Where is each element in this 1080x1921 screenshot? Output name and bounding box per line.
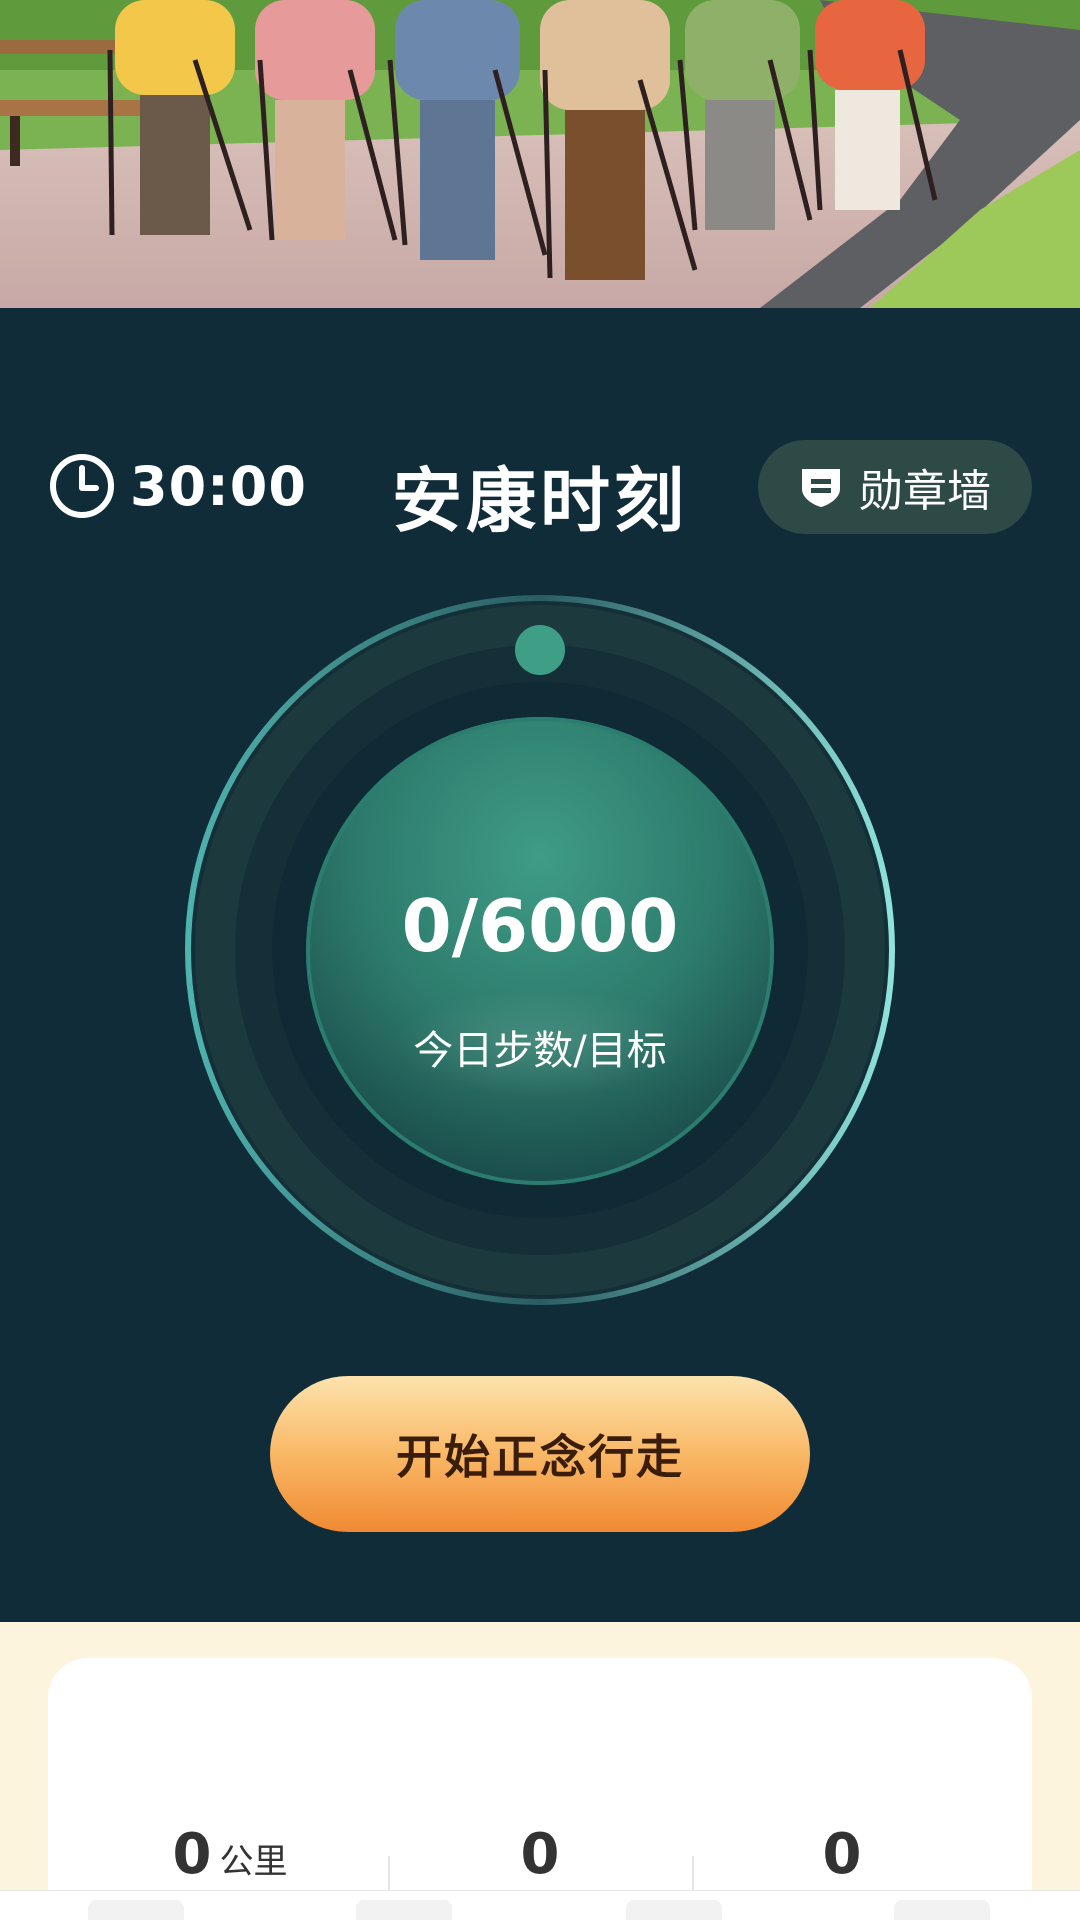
- tab-item[interactable]: [356, 1900, 452, 1920]
- stat-value: 0: [822, 1822, 862, 1887]
- divider: [388, 1856, 390, 1892]
- stat-value: 0: [172, 1822, 212, 1887]
- badge-wall-label: 勋章墙: [859, 466, 991, 517]
- stat-third: 0: [752, 1822, 932, 1887]
- timer-text: 30:00: [130, 454, 307, 518]
- start-mindful-walk-button[interactable]: 开始正念行走: [270, 1376, 810, 1532]
- tab-item[interactable]: [626, 1900, 722, 1920]
- session-timer: 30:00: [48, 452, 307, 520]
- progress-knob: [515, 625, 565, 675]
- clock-icon: [50, 454, 114, 518]
- stat-second: 0: [450, 1822, 630, 1887]
- hero-illustration: [0, 0, 1080, 308]
- badge-wall-button[interactable]: 勋章墙: [758, 440, 1032, 534]
- badge-shield-icon: [802, 469, 840, 507]
- stat-distance: 0 公里: [140, 1822, 320, 1887]
- step-count-label: 今日步数/目标: [413, 1028, 667, 1074]
- stat-unit: 公里: [219, 1842, 288, 1882]
- tab-item[interactable]: [88, 1900, 184, 1920]
- tab-item[interactable]: [894, 1900, 990, 1920]
- stat-value: 0: [520, 1822, 560, 1887]
- divider: [692, 1856, 694, 1892]
- step-count: 0/6000: [401, 884, 679, 968]
